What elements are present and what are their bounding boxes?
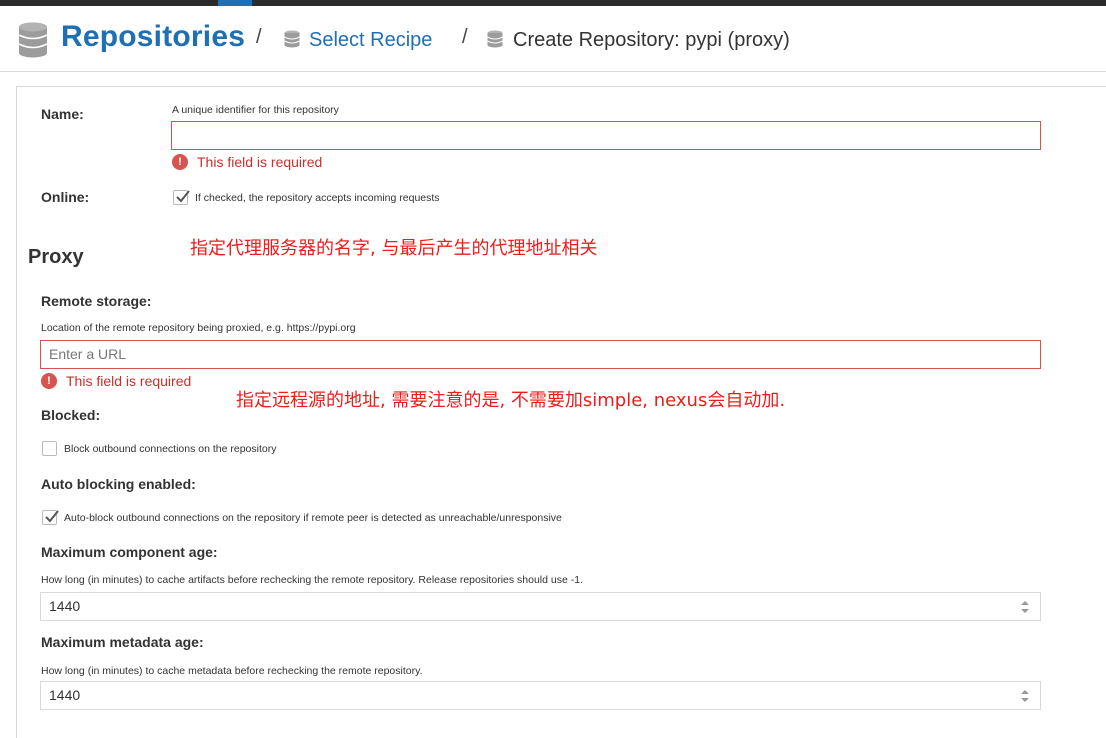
auto-blocking-label: Auto blocking enabled:: [41, 476, 196, 492]
exclamation-circle-icon: !: [41, 373, 57, 389]
database-icon: [487, 30, 503, 48]
breadcrumb-select-recipe-link[interactable]: Select Recipe: [309, 29, 432, 52]
name-error: ! This field is required: [172, 154, 322, 170]
online-checkbox[interactable]: [173, 190, 190, 205]
auto-blocking-checkbox-label: Auto-block outbound connections on the r…: [64, 512, 562, 524]
max-component-age-label: Maximum component age:: [41, 544, 218, 560]
checkmark-icon: [45, 510, 59, 523]
max-component-age-help: How long (in minutes) to cache artifacts…: [41, 574, 583, 586]
remote-storage-help: Location of the remote repository being …: [41, 322, 356, 334]
name-input[interactable]: [171, 121, 1041, 150]
annotation-name-note: 指定代理服务器的名字, 与最后产生的代理地址相关: [190, 238, 598, 259]
name-error-text: This field is required: [197, 154, 323, 170]
name-help: A unique identifier for this repository: [172, 104, 339, 116]
database-icon: [284, 30, 300, 48]
breadcrumb-separator: /: [256, 26, 262, 48]
online-checkbox-label: If checked, the repository accepts incom…: [195, 192, 440, 204]
max-metadata-age-help: How long (in minutes) to cache metadata …: [41, 665, 423, 677]
max-metadata-age-value: 1440: [49, 687, 81, 703]
annotation-url-note: 指定远程源的地址, 需要注意的是, 不需要加simple, nexus会自动加.: [236, 390, 786, 411]
max-metadata-age-input[interactable]: 1440: [40, 681, 1041, 710]
breadcrumb: Repositories / Select Recipe / Create Re…: [0, 6, 1106, 72]
blocked-checkbox[interactable]: [42, 441, 57, 456]
max-metadata-age-label: Maximum metadata age:: [41, 634, 204, 650]
max-component-age-input[interactable]: 1440: [40, 592, 1041, 621]
remote-storage-input[interactable]: Enter a URL: [40, 340, 1041, 369]
name-label: Name:: [41, 106, 84, 122]
online-label: Online:: [41, 189, 90, 205]
spinner-arrows-icon[interactable]: [1020, 689, 1030, 703]
exclamation-circle-icon: !: [172, 154, 188, 170]
blocked-checkbox-label: Block outbound connections on the reposi…: [64, 443, 277, 455]
auto-blocking-checkbox[interactable]: [42, 510, 59, 525]
remote-storage-error-text: This field is required: [66, 373, 192, 389]
remote-storage-label: Remote storage:: [41, 293, 152, 309]
blocked-label: Blocked:: [41, 407, 101, 423]
remote-storage-placeholder: Enter a URL: [49, 346, 127, 362]
spinner-arrows-icon[interactable]: [1020, 600, 1030, 614]
breadcrumb-root[interactable]: Repositories: [61, 20, 245, 54]
max-component-age-value: 1440: [49, 598, 81, 614]
proxy-section-title: Proxy: [28, 246, 84, 268]
breadcrumb-separator: /: [462, 26, 468, 48]
database-icon: [18, 22, 48, 58]
breadcrumb-current: Create Repository: pypi (proxy): [513, 29, 790, 51]
checkmark-icon: [176, 190, 190, 203]
remote-storage-error: ! This field is required: [41, 373, 191, 389]
